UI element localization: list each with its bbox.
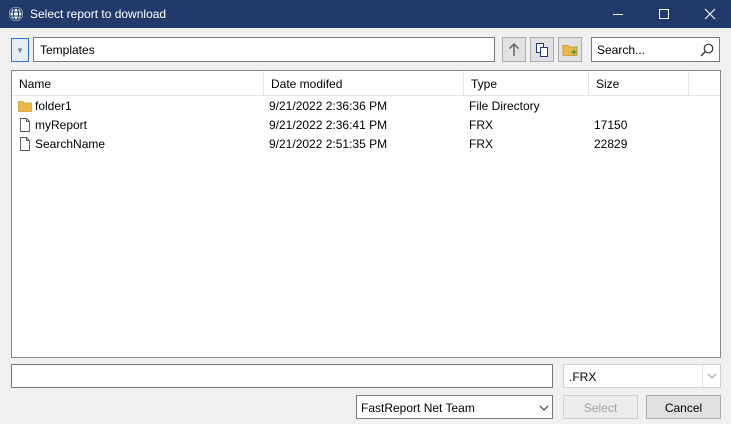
history-dropdown-button[interactable]: ▼ [11,38,29,62]
filter-dropdown-button[interactable] [702,365,720,387]
new-folder-icon [562,45,578,56]
up-folder-button[interactable] [502,37,526,62]
column-header-name[interactable]: Name [12,71,264,96]
copy-button[interactable] [530,37,554,62]
file-icon [20,118,30,132]
column-header-date[interactable]: Date modifed [264,71,464,96]
close-button[interactable] [687,0,731,28]
row-date: 9/21/2022 2:36:41 PM [269,118,388,132]
row-size: 22829 [594,137,628,151]
select-button[interactable]: Select [563,395,638,419]
copy-icon [536,43,548,57]
minimize-button[interactable] [595,0,641,28]
row-name: SearchName [35,137,106,151]
maximize-icon [659,9,669,19]
close-icon [704,8,716,20]
chevron-down-icon [707,373,717,379]
column-header-size[interactable]: Size [589,71,689,96]
row-name: myReport [35,118,88,132]
column-header-type[interactable]: Type [464,71,589,96]
user-select[interactable]: FastReport Net Team [356,395,553,419]
globe-icon [9,7,23,21]
row-name: folder1 [35,99,72,113]
row-type: FRX [469,118,493,132]
arrow-up-icon [509,43,519,56]
minimize-icon [613,14,623,15]
search-icon[interactable] [699,42,715,58]
row-type: FRX [469,137,493,151]
cancel-button[interactable]: Cancel [646,395,721,419]
list-row[interactable]: myReport 9/21/2022 2:36:41 PM FRX 17150 [12,116,720,135]
chevron-down-icon [539,405,549,411]
title-bar: Select report to download [0,0,731,28]
filename-input[interactable] [11,364,553,388]
path-input[interactable]: Templates [33,37,495,62]
new-folder-button[interactable] [558,37,582,62]
maximize-button[interactable] [641,0,687,28]
row-type: File Directory [469,99,540,113]
row-date: 9/21/2022 2:51:35 PM [269,137,388,151]
path-value: Templates [40,43,95,57]
list-header: Name Date modifed Type Size [12,71,720,96]
search-input[interactable]: Search... [591,37,720,62]
file-type-filter[interactable]: .FRX [563,364,721,388]
row-size: 17150 [594,118,628,132]
filter-value: .FRX [569,370,597,384]
file-list[interactable]: Name Date modifed Type Size folder1 9/21… [11,70,721,358]
window-title: Select report to download [30,7,167,21]
search-placeholder: Search... [597,43,646,57]
list-row[interactable]: folder1 9/21/2022 2:36:36 PM File Direct… [12,97,720,116]
chevron-down-icon: ▼ [16,46,24,55]
row-date: 9/21/2022 2:36:36 PM [269,99,388,113]
file-icon [20,137,30,151]
folder-icon [18,101,32,112]
user-value: FastReport Net Team [361,401,475,415]
list-row[interactable]: SearchName 9/21/2022 2:51:35 PM FRX 2282… [12,135,720,154]
